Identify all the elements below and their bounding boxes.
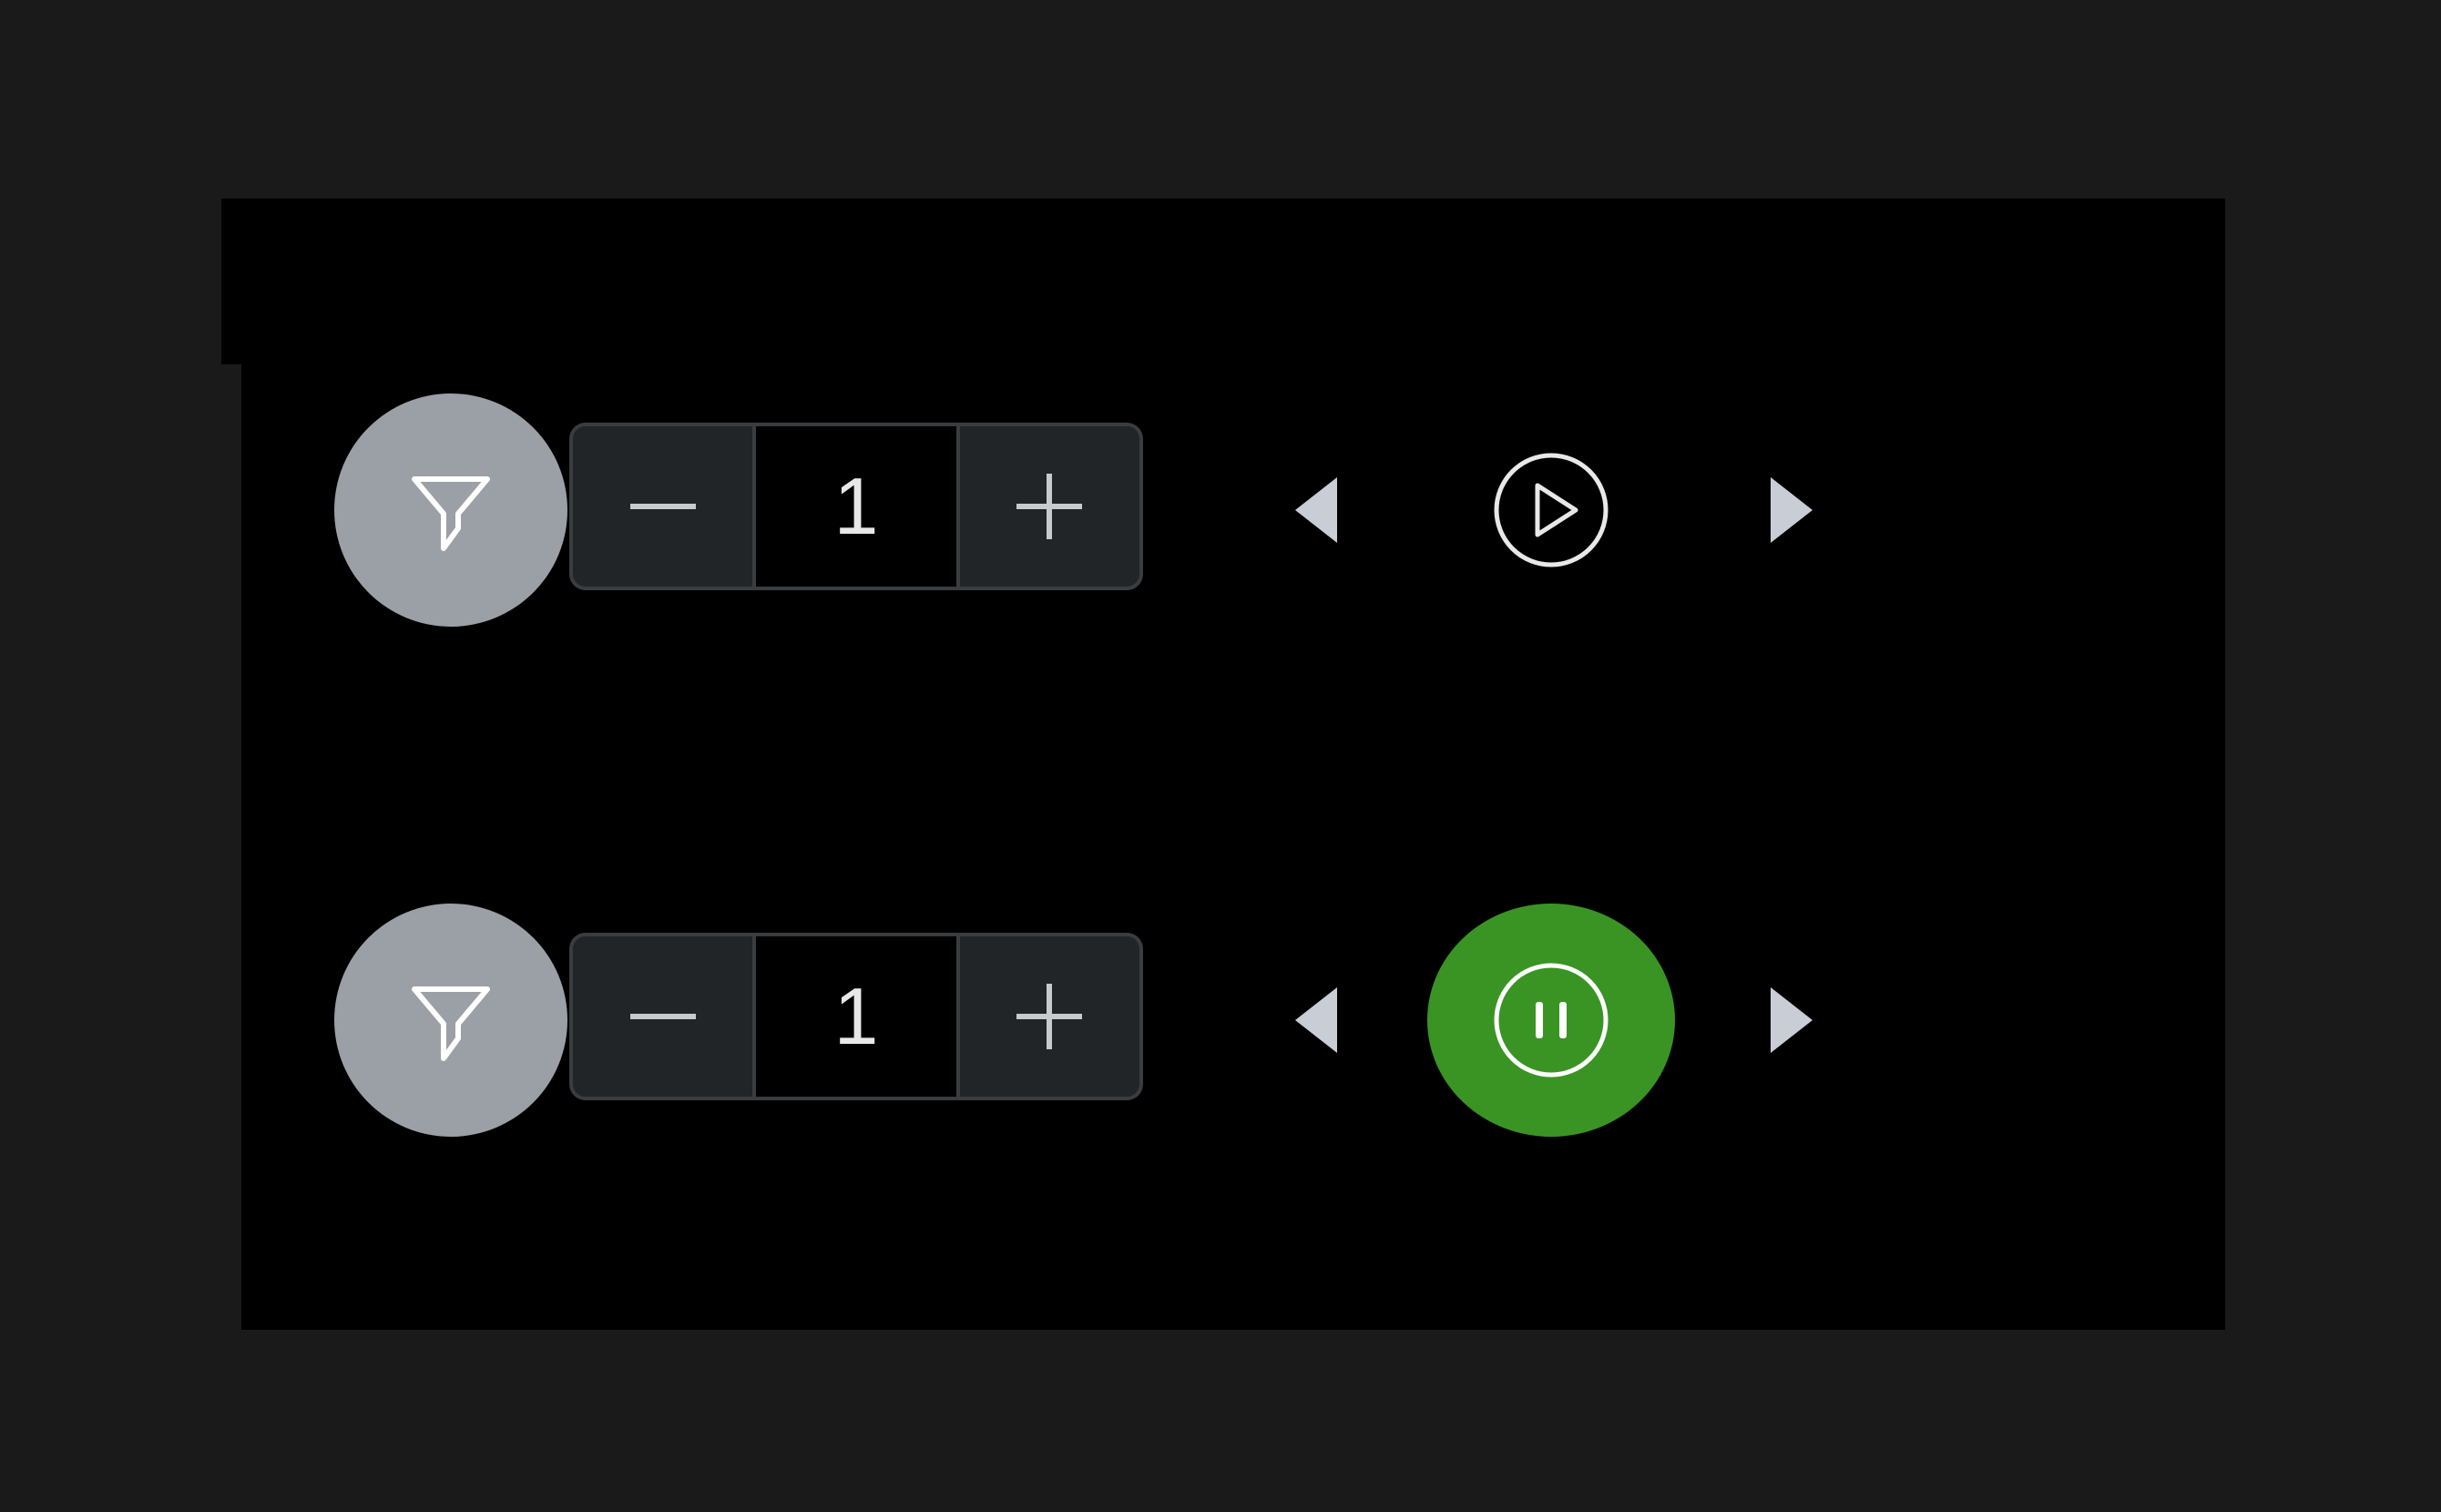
caret-right-icon (1771, 987, 1813, 1053)
filter-button[interactable] (334, 393, 567, 627)
caret-left-icon (1295, 477, 1337, 543)
decrement-button[interactable] (573, 936, 753, 1097)
play-button[interactable] (1427, 393, 1675, 627)
increment-button[interactable] (959, 936, 1139, 1097)
filter-icon (412, 986, 490, 1061)
previous-button[interactable] (1289, 474, 1343, 547)
next-button[interactable] (1764, 474, 1819, 547)
quantity-stepper: 1 (569, 933, 1143, 1100)
decrement-button[interactable] (573, 426, 753, 587)
quantity-stepper: 1 (569, 423, 1143, 590)
control-row-1: 1 (334, 393, 1883, 627)
player-panel (221, 199, 2225, 1330)
pause-circle-icon (1494, 963, 1609, 1078)
plus-icon (1016, 984, 1083, 1049)
quantity-value[interactable]: 1 (752, 426, 960, 587)
increment-button[interactable] (959, 426, 1139, 587)
filter-icon (412, 476, 490, 551)
filter-button[interactable] (334, 904, 567, 1137)
caret-left-icon (1295, 987, 1337, 1053)
pause-button[interactable] (1427, 904, 1675, 1137)
next-button[interactable] (1764, 984, 1819, 1057)
control-row-2: 1 (334, 904, 1883, 1137)
quantity-value[interactable]: 1 (752, 936, 960, 1097)
caret-right-icon (1771, 477, 1813, 543)
plus-icon (1016, 474, 1083, 539)
play-circle-icon (1494, 453, 1609, 567)
panel-edge (221, 364, 241, 1332)
previous-button[interactable] (1289, 984, 1343, 1057)
minus-icon (629, 504, 696, 509)
minus-icon (629, 1014, 696, 1019)
